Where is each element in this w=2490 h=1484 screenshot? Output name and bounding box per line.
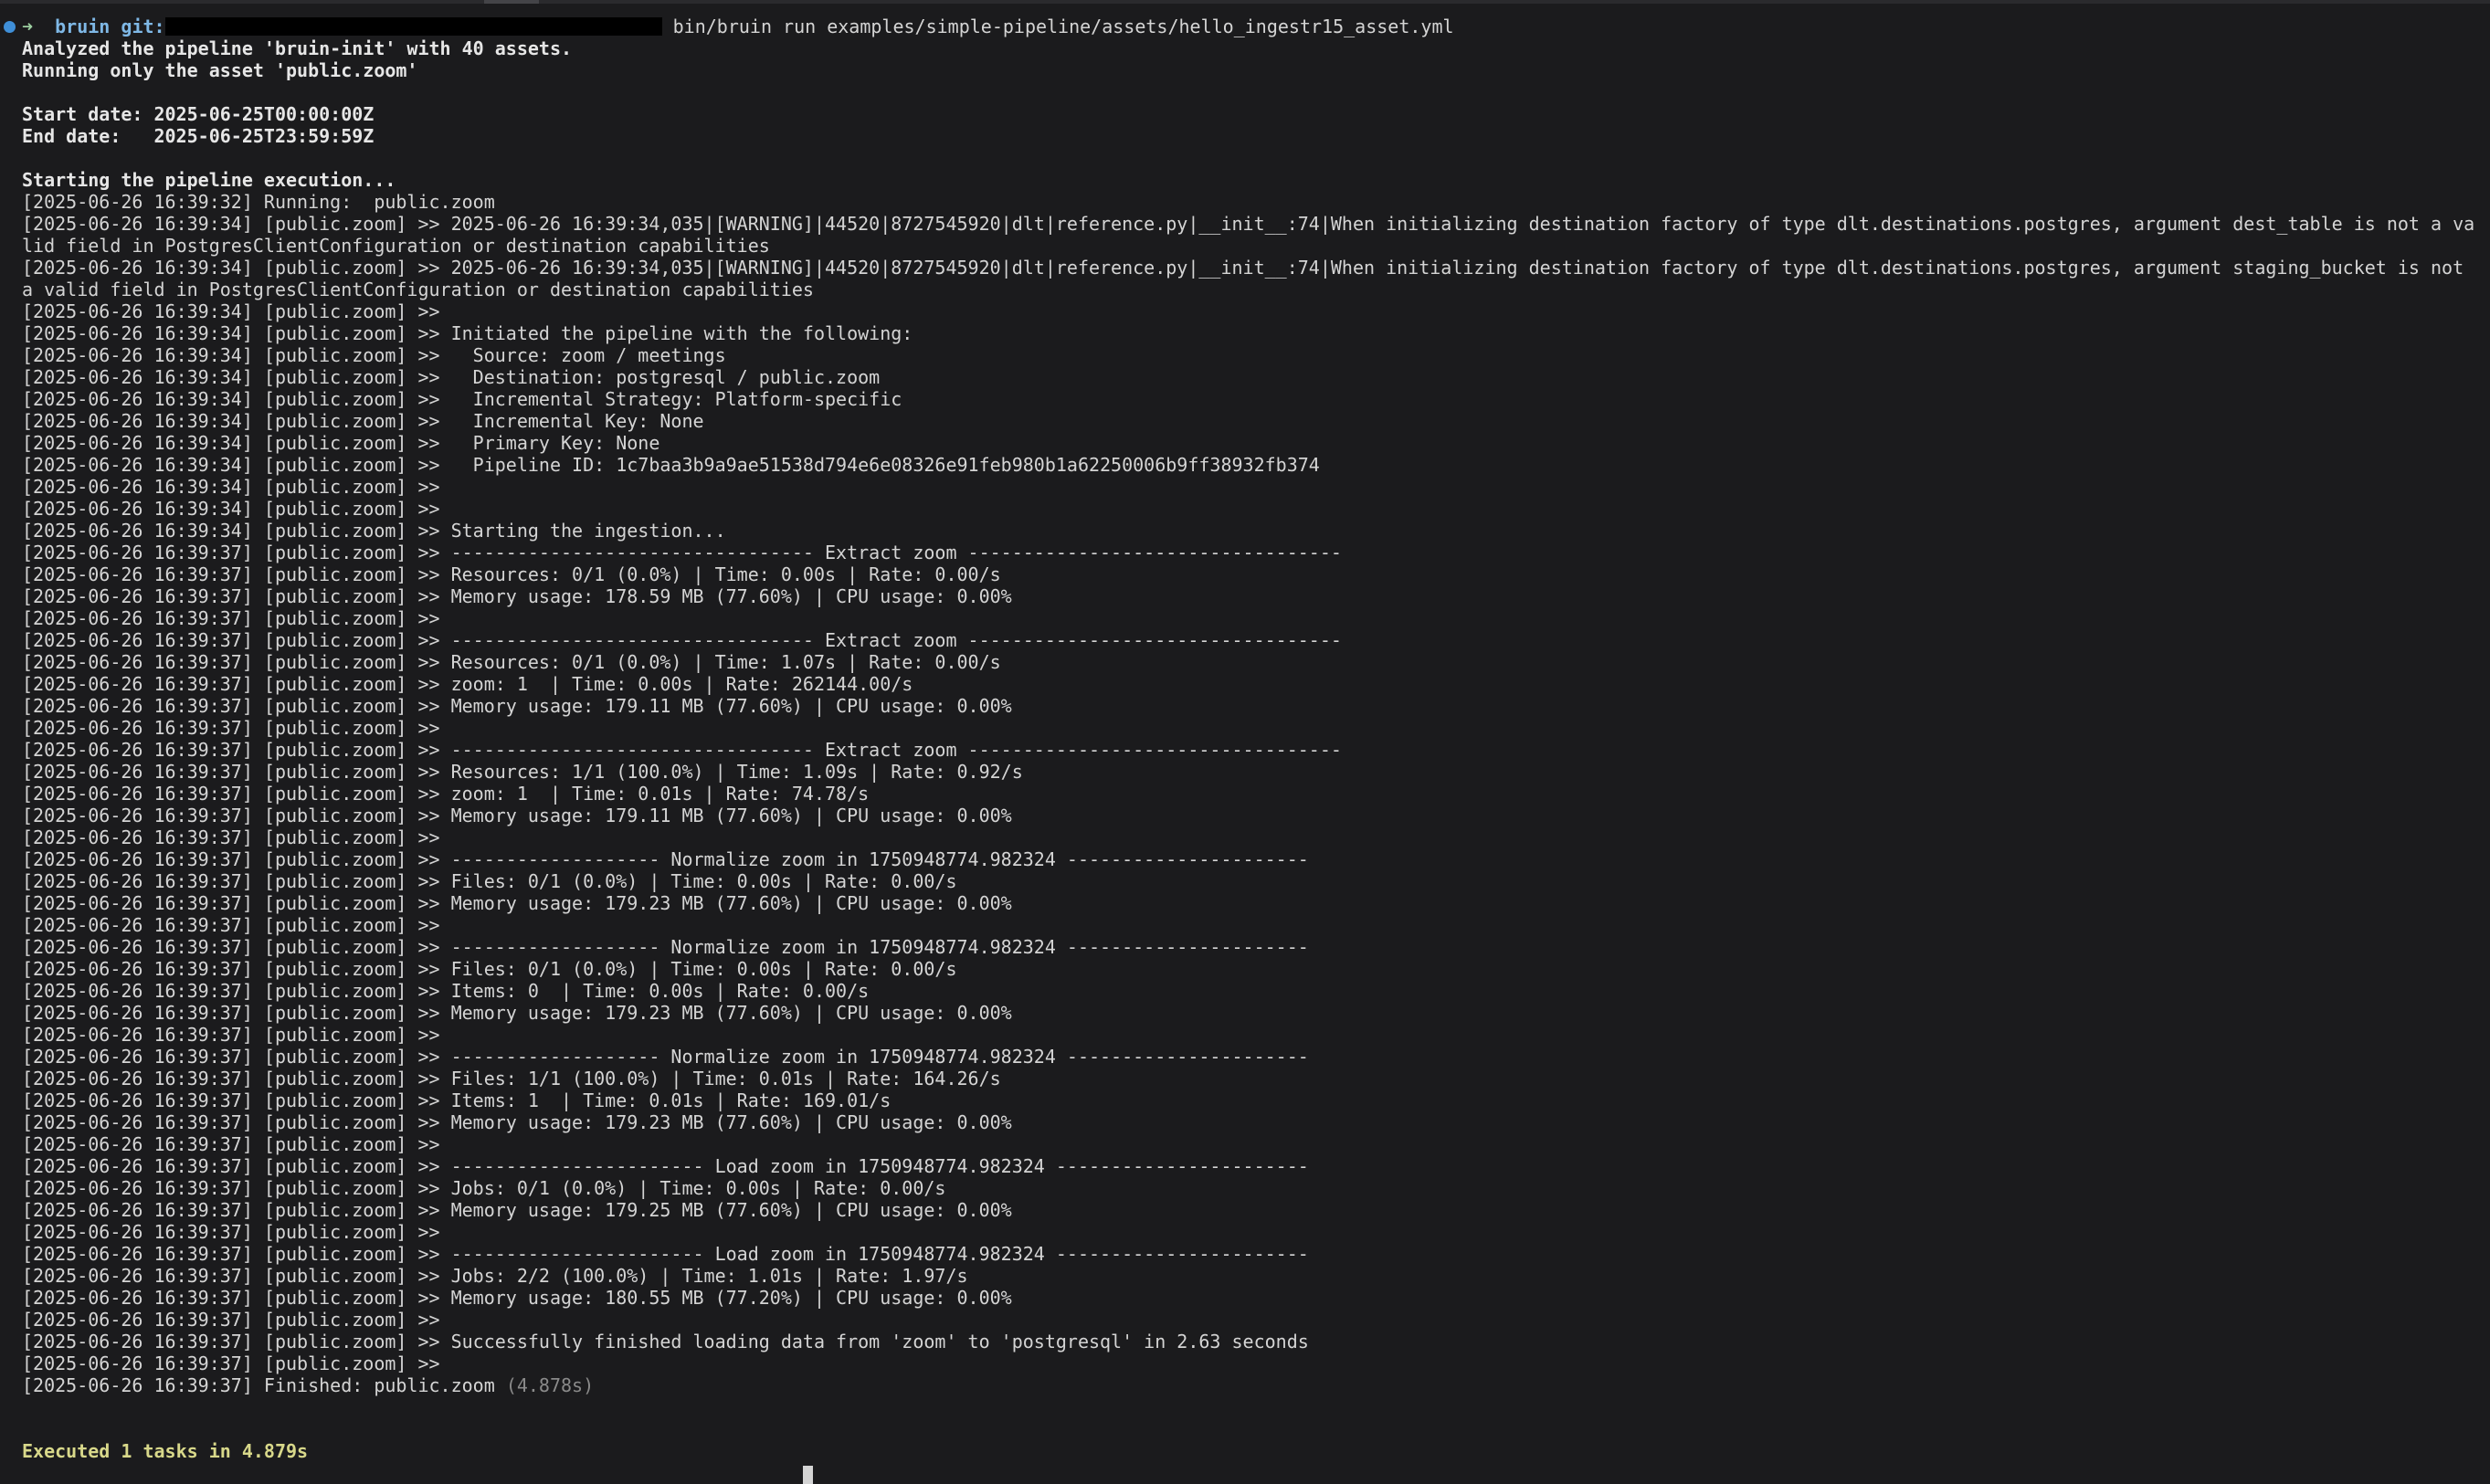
prompt-arrow-icon: ➜ (22, 16, 34, 37)
log-line: [2025-06-26 16:39:37] [public.zoom] >> M… (22, 1199, 1012, 1221)
log-line: [2025-06-26 16:39:37] [public.zoom] >> J… (22, 1177, 946, 1199)
log-line: [2025-06-26 16:39:34] [public.zoom] >> (22, 498, 440, 520)
log-line: [2025-06-26 16:39:37] [public.zoom] >> (22, 1221, 440, 1243)
log-line: [2025-06-26 16:39:34] [public.zoom] >> P… (22, 454, 1320, 476)
prompt-command: bin/bruin run examples/simple-pipeline/a… (672, 16, 1454, 37)
log-line: [2025-06-26 16:39:37] [public.zoom] >> -… (22, 542, 1342, 563)
log-line: [2025-06-26 16:39:37] [public.zoom] >> F… (22, 870, 957, 892)
running-only-line: Running only the asset 'public.zoom' (22, 59, 418, 81)
log-line: [2025-06-26 16:39:37] [public.zoom] >> -… (22, 1155, 1309, 1177)
window-top-bar (0, 0, 2490, 4)
log-line: [2025-06-26 16:39:37] [public.zoom] >> (22, 914, 440, 936)
log-line: [2025-06-26 16:39:37] [public.zoom] >> F… (22, 958, 957, 980)
log-line: [2025-06-26 16:39:37] [public.zoom] >> -… (22, 1046, 1309, 1068)
log-line: [2025-06-26 16:39:34] [public.zoom] >> I… (22, 388, 902, 410)
log-line: [2025-06-26 16:39:32] Running: public.zo… (22, 191, 495, 213)
log-line: [2025-06-26 16:39:34] [public.zoom] >> 2… (22, 257, 2475, 300)
log-line: [2025-06-26 16:39:34] [public.zoom] >> I… (22, 410, 704, 432)
log-line: [2025-06-26 16:39:37] [public.zoom] >> z… (22, 783, 870, 805)
prompt-line: ➜ bruin git: bin/bruin run examples/simp… (22, 16, 2479, 37)
log-output: [2025-06-26 16:39:32] Running: public.zo… (22, 191, 2479, 1374)
log-line: [2025-06-26 16:39:37] [public.zoom] >> F… (22, 1068, 1001, 1089)
log-line: [2025-06-26 16:39:37] [public.zoom] >> -… (22, 739, 1342, 761)
log-line: [2025-06-26 16:39:37] [public.zoom] >> -… (22, 936, 1309, 958)
finished-duration: (4.878s) (505, 1374, 595, 1396)
log-line: [2025-06-26 16:39:37] [public.zoom] >> (22, 1352, 440, 1374)
terminal-window[interactable]: ➜ bruin git: bin/bruin run examples/simp… (0, 0, 2490, 1484)
log-line: [2025-06-26 16:39:34] [public.zoom] >> 2… (22, 213, 2475, 257)
finished-text: [2025-06-26 16:39:37] Finished: public.z… (22, 1374, 495, 1396)
starting-execution-line: Starting the pipeline execution... (22, 169, 396, 191)
log-line: [2025-06-26 16:39:37] [public.zoom] >> -… (22, 1243, 1309, 1265)
log-line: [2025-06-26 16:39:37] [public.zoom] >> -… (22, 629, 1342, 651)
log-line: [2025-06-26 16:39:37] [public.zoom] >> (22, 717, 440, 739)
terminal-output[interactable]: ➜ bruin git: bin/bruin run examples/simp… (22, 16, 2479, 1484)
log-line: [2025-06-26 16:39:37] [public.zoom] >> R… (22, 761, 1023, 783)
terminal-tab[interactable] (484, 0, 539, 4)
log-line: [2025-06-26 16:39:34] [public.zoom] >> P… (22, 432, 660, 454)
log-line: [2025-06-26 16:39:34] [public.zoom] >> (22, 476, 440, 498)
log-line: [2025-06-26 16:39:37] [public.zoom] >> R… (22, 651, 1001, 673)
redacted-branch (164, 17, 662, 36)
log-line: [2025-06-26 16:39:37] [public.zoom] >> (22, 607, 440, 629)
log-line: [2025-06-26 16:39:34] [public.zoom] >> S… (22, 520, 726, 542)
log-line: [2025-06-26 16:39:37] [public.zoom] >> z… (22, 673, 913, 695)
log-line: [2025-06-26 16:39:37] [public.zoom] >> (22, 1024, 440, 1046)
command-status-dot-icon (4, 21, 16, 33)
log-line: [2025-06-26 16:39:37] [public.zoom] >> (22, 1133, 440, 1155)
log-line: [2025-06-26 16:39:37] [public.zoom] >> (22, 1309, 440, 1331)
log-line: [2025-06-26 16:39:37] [public.zoom] >> J… (22, 1265, 968, 1287)
prompt-directory: bruin (55, 16, 111, 37)
log-line: [2025-06-26 16:39:37] [public.zoom] >> S… (22, 1331, 1309, 1352)
log-line: [2025-06-26 16:39:37] [public.zoom] >> R… (22, 563, 1001, 585)
log-line: [2025-06-26 16:39:37] [public.zoom] >> -… (22, 848, 1309, 870)
prompt-stub (22, 1462, 44, 1484)
next-prompt-line[interactable] (22, 1462, 2479, 1484)
log-line: [2025-06-26 16:39:34] [public.zoom] >> S… (22, 344, 726, 366)
end-date-line: End date: 2025-06-25T23:59:59Z (22, 125, 375, 147)
log-line: [2025-06-26 16:39:37] [public.zoom] >> M… (22, 892, 1012, 914)
start-date-line: Start date: 2025-06-25T00:00:00Z (22, 103, 375, 125)
log-line: [2025-06-26 16:39:37] [public.zoom] >> (22, 826, 440, 848)
execution-summary: Executed 1 tasks in 4.879s (22, 1440, 309, 1462)
log-line: [2025-06-26 16:39:37] [public.zoom] >> M… (22, 1002, 1012, 1024)
analyzed-line: Analyzed the pipeline 'bruin-init' with … (22, 37, 573, 59)
prompt-git-label: git: (121, 16, 165, 37)
log-line: [2025-06-26 16:39:37] [public.zoom] >> M… (22, 1287, 1012, 1309)
finished-line: [2025-06-26 16:39:37] Finished: public.z… (22, 1374, 2479, 1396)
log-line: [2025-06-26 16:39:37] [public.zoom] >> I… (22, 1089, 892, 1111)
log-line: [2025-06-26 16:39:37] [public.zoom] >> M… (22, 695, 1012, 717)
log-line: [2025-06-26 16:39:34] [public.zoom] >> I… (22, 322, 913, 344)
log-line: [2025-06-26 16:39:37] [public.zoom] >> M… (22, 585, 1012, 607)
log-line: [2025-06-26 16:39:37] [public.zoom] >> M… (22, 1111, 1012, 1133)
log-line: [2025-06-26 16:39:34] [public.zoom] >> (22, 300, 440, 322)
log-line: [2025-06-26 16:39:37] [public.zoom] >> I… (22, 980, 870, 1002)
log-line: [2025-06-26 16:39:34] [public.zoom] >> D… (22, 366, 881, 388)
log-line: [2025-06-26 16:39:37] [public.zoom] >> M… (22, 805, 1012, 826)
text-cursor (802, 1465, 813, 1484)
